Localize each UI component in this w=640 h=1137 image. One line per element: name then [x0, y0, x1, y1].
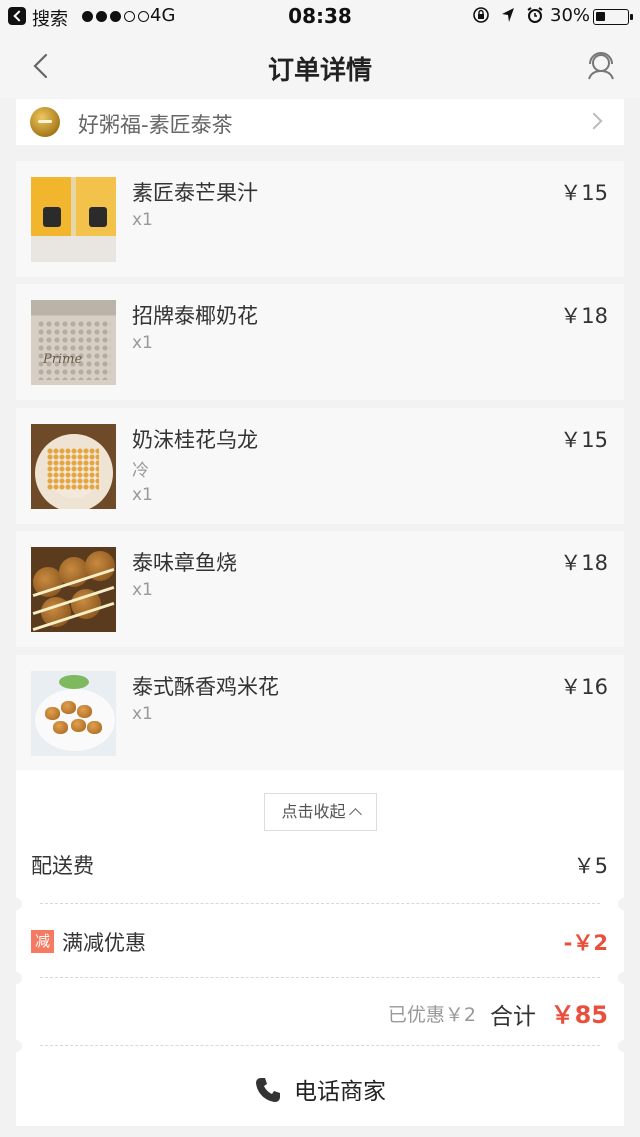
item-name: 招牌泰椰奶花: [132, 304, 258, 328]
item-price: ￥15: [560, 428, 608, 452]
discount-row: 减 满减优惠 -￥2: [16, 910, 624, 972]
coconut-milk-bottle-photo: Prime: [31, 300, 116, 385]
item-quantity: x1: [132, 704, 153, 724]
osmanthus-oolong-photo: [31, 424, 116, 509]
item-quantity: x1: [132, 485, 153, 505]
item-name: 泰式酥香鸡米花: [132, 675, 279, 699]
saved-amount: 已优惠￥2: [387, 1004, 476, 1026]
mango-juice-photo: [31, 177, 116, 262]
order-item: 泰味章鱼烧 ￥18 x1: [16, 531, 624, 647]
delivery-fee-value: ￥5: [573, 854, 608, 878]
item-quantity: x1: [132, 333, 153, 353]
discount-value: -￥2: [563, 931, 608, 955]
item-price: ￥18: [560, 304, 608, 328]
item-quantity: x1: [132, 210, 153, 230]
item-name: 奶沫桂花乌龙: [132, 428, 258, 452]
orientation-lock-icon: [472, 6, 490, 28]
battery-level: [596, 12, 605, 21]
battery-percent: 30%: [550, 5, 591, 26]
total-row: 已优惠￥2 合计 ￥85: [16, 984, 624, 1040]
item-name: 素匠泰芒果汁: [132, 181, 258, 205]
clock: 08:38: [288, 4, 352, 28]
nav-bar: 订单详情: [0, 34, 640, 98]
store-row[interactable]: 好粥福-素匠泰茶: [16, 99, 624, 145]
order-item: 奶沫桂花乌龙 ￥15 冷 x1: [16, 408, 624, 524]
chevron-up-icon: [348, 808, 362, 821]
customer-service-icon[interactable]: [584, 48, 618, 82]
store-logo: [30, 107, 60, 137]
status-bar: 搜索 4G 08:38 30%: [0, 0, 640, 34]
chevron-right-icon: [585, 112, 603, 130]
divider: [10, 1040, 624, 1052]
collapse-button[interactable]: 点击收起: [264, 793, 377, 831]
item-spec: 冷: [132, 461, 149, 481]
battery-icon: [593, 9, 633, 25]
item-price: ￥16: [560, 675, 608, 699]
order-item: Prime 招牌泰椰奶花 ￥18 x1: [16, 284, 624, 400]
discount-label: 满减优惠: [62, 931, 146, 955]
alarm-icon: [526, 6, 544, 28]
divider: [10, 898, 624, 910]
takoyaki-photo: [31, 547, 116, 632]
item-price: ￥18: [560, 551, 608, 575]
page-title: 订单详情: [267, 56, 372, 86]
discount-badge: 减: [31, 930, 54, 953]
order-item: 泰式酥香鸡米花 ￥16 x1: [16, 655, 624, 771]
collapse-label: 点击收起: [281, 802, 346, 821]
store-name: 好粥福-素匠泰茶: [78, 113, 233, 137]
item-name: 泰味章鱼烧: [132, 551, 237, 575]
total-label: 合计: [490, 1004, 536, 1030]
call-merchant-button[interactable]: 电话商家: [16, 1052, 624, 1126]
phone-icon: [256, 1078, 280, 1102]
divider: [10, 972, 624, 984]
delivery-fee-label: 配送费: [31, 854, 94, 878]
delivery-fee-row: 配送费 ￥5: [16, 842, 624, 898]
order-item: 素匠泰芒果汁 ￥15 x1: [16, 161, 624, 277]
collapse-area: 点击收起: [16, 770, 624, 842]
total-value: ￥85: [550, 1001, 608, 1029]
item-quantity: x1: [132, 580, 153, 600]
location-arrow-icon: [500, 6, 516, 28]
item-price: ￥15: [560, 181, 608, 205]
call-merchant-label: 电话商家: [294, 1079, 386, 1105]
popcorn-chicken-photo: [31, 671, 116, 756]
